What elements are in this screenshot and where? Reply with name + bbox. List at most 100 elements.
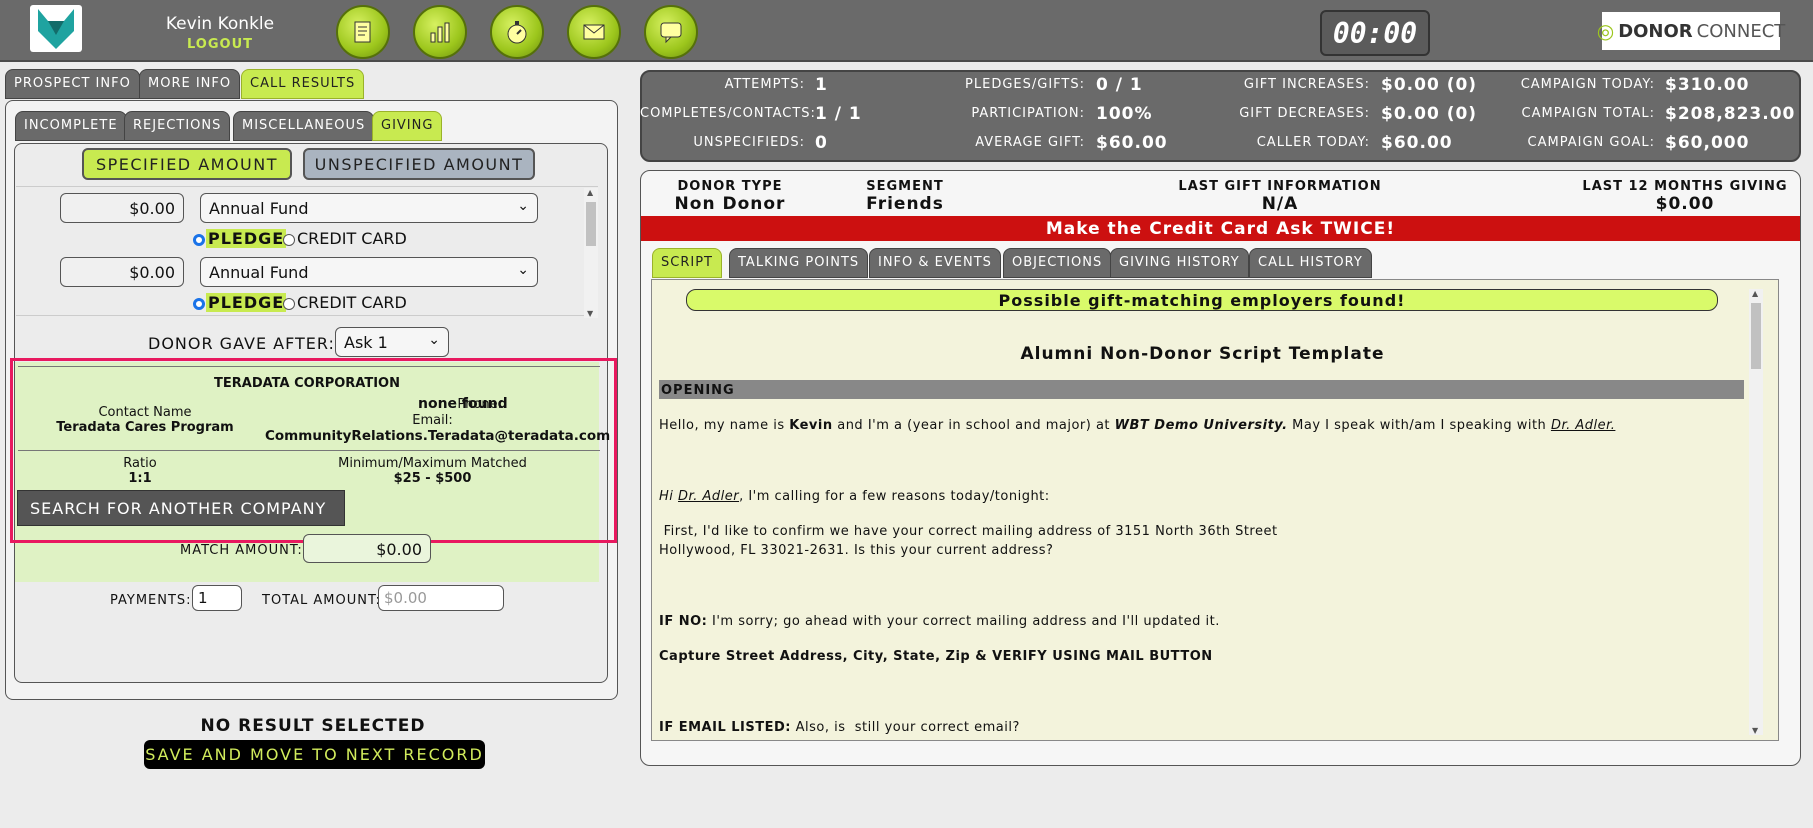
tab-call-history[interactable]: CALL HISTORY <box>1249 248 1372 278</box>
logout-link[interactable]: LOGOUT <box>140 37 300 52</box>
tab-script[interactable]: SCRIPT <box>652 248 722 278</box>
caller-today-value: $60.00 <box>1381 133 1453 153</box>
campaign-goal-value: $60,000 <box>1665 133 1750 153</box>
gift-list-scrollbar[interactable]: ▲ ▼ <box>584 188 598 318</box>
logo-text: CONNECT <box>1696 20 1786 42</box>
total-amount-label: TOTAL AMOUNT: <box>262 593 381 608</box>
donorconnect-logo: ◎ DONOR CONNECT <box>1597 12 1785 50</box>
match-amount-label: MATCH AMOUNT: <box>180 543 303 558</box>
attempts-value: 1 <box>815 75 828 95</box>
scroll-up-icon[interactable]: ▲ <box>1752 289 1758 298</box>
payments-input[interactable]: 1 <box>192 585 242 611</box>
caller-today-label: CALLER TODAY: <box>1256 135 1370 150</box>
ask-select[interactable]: Ask 1 ⌄ <box>335 327 449 357</box>
gift-matching-banner[interactable]: Possible gift-matching employers found! <box>686 289 1718 311</box>
script-paragraph: Hi Dr. Adler, I'm calling for a few reas… <box>659 489 1050 504</box>
last-gift-value: N/A <box>1261 194 1299 214</box>
script-scrollbar[interactable]: ▲ ▼ <box>1749 289 1763 735</box>
donor-gave-after-label: DONOR GAVE AFTER: <box>148 334 335 353</box>
tab-miscellaneous[interactable]: MISCELLANEOUS <box>233 111 375 141</box>
scroll-down-icon[interactable]: ▼ <box>1752 726 1758 735</box>
tab-giving-history[interactable]: GIVING HISTORY <box>1110 248 1249 278</box>
tab-rejections[interactable]: REJECTIONS <box>124 111 231 141</box>
gift-decreases-label: GIFT DECREASES: <box>1239 106 1370 121</box>
chevron-down-icon: ⌄ <box>428 332 440 348</box>
script-text: Hi <box>659 489 679 504</box>
campaign-goal-label: CAMPAIGN GOAL: <box>1527 135 1655 150</box>
credit-card-radio[interactable] <box>283 298 295 310</box>
credit-card-label: CREDIT CARD <box>297 293 407 312</box>
scroll-up-icon[interactable]: ▲ <box>587 188 593 197</box>
gift-increases-label: GIFT INCREASES: <box>1243 77 1370 92</box>
notes-icon[interactable] <box>336 5 390 59</box>
pledge-label: PLEDGE <box>206 229 287 248</box>
campaign-today-label: CAMPAIGN TODAY: <box>1520 77 1655 92</box>
headset-icon: ◎ <box>1596 19 1615 43</box>
credit-card-radio[interactable] <box>283 234 295 246</box>
campaign-total-value: $208,823.00 <box>1665 104 1796 124</box>
script-text: Also, is still your correct email? <box>791 720 1020 735</box>
no-result-status: NO RESULT SELECTED <box>200 716 426 736</box>
gift-amount-input[interactable]: $0.00 <box>60 193 184 223</box>
chart-icon[interactable] <box>413 5 467 59</box>
tab-info-events[interactable]: INFO & EVENTS <box>869 248 1001 278</box>
scroll-down-icon[interactable]: ▼ <box>587 309 593 318</box>
pledge-radio[interactable] <box>193 234 205 246</box>
match-amount-input[interactable]: $0.00 <box>303 534 431 563</box>
fund-select[interactable]: Annual Fund ⌄ <box>200 257 538 287</box>
scrollbar-thumb[interactable] <box>586 202 596 246</box>
unspecifieds-label: UNSPECIFIEDS: <box>693 135 805 150</box>
script-text: I'm sorry; go ahead with your correct ma… <box>707 614 1220 629</box>
script-paragraph: First, I'd like to confirm we have your … <box>659 524 1278 539</box>
last-12-months-value: $0.00 <box>1655 194 1715 214</box>
school-name: WBT Demo University. <box>1114 418 1288 433</box>
tab-more-info[interactable]: MORE INFO <box>139 69 241 99</box>
fund-select-value: Annual Fund <box>209 263 309 282</box>
gift-amount-input[interactable]: $0.00 <box>60 257 184 287</box>
highlight-frame <box>10 358 617 543</box>
script-text: , I'm calling for a few reasons today/to… <box>739 489 1050 504</box>
specified-amount-button[interactable]: SPECIFIED AMOUNT <box>82 148 292 180</box>
script-paragraph: IF EMAIL LISTED: Also, is still your cor… <box>659 720 1020 735</box>
chevron-down-icon: ⌄ <box>517 198 529 214</box>
scrollbar-thumb[interactable] <box>1751 303 1761 369</box>
fund-select-value: Annual Fund <box>209 199 309 218</box>
fox-logo-icon <box>30 5 82 52</box>
completes-label: COMPLETES/CONTACTS: <box>640 106 816 121</box>
pledge-radio[interactable] <box>193 298 205 310</box>
tab-prospect-info[interactable]: PROSPECT INFO <box>5 69 140 99</box>
opening-section-header: OPENING <box>659 380 1744 399</box>
script-text: May I speak with/am I speaking with <box>1287 418 1551 433</box>
segment-label: SEGMENT <box>866 179 944 194</box>
mail-icon[interactable] <box>567 5 621 59</box>
credit-card-label: CREDIT CARD <box>297 229 407 248</box>
pledge-label: PLEDGE <box>206 293 287 312</box>
save-next-button[interactable]: SAVE AND MOVE TO NEXT RECORD <box>144 740 485 769</box>
stopwatch-icon[interactable] <box>490 5 544 59</box>
tab-giving[interactable]: GIVING <box>372 111 443 141</box>
user-name: Kevin Konkle <box>165 14 275 34</box>
pledges-label: PLEDGES/GIFTS: <box>965 77 1085 92</box>
caller-name: Kevin <box>789 418 833 433</box>
fund-select[interactable]: Annual Fund ⌄ <box>200 193 538 223</box>
tab-incomplete[interactable]: INCOMPLETE <box>15 111 127 141</box>
total-amount-input[interactable]: $0.00 <box>378 585 504 611</box>
average-gift-label: AVERAGE GIFT: <box>975 135 1085 150</box>
script-text: IF EMAIL LISTED: <box>659 720 791 735</box>
tab-talking-points[interactable]: TALKING POINTS <box>729 248 869 278</box>
participation-label: PARTICIPATION: <box>971 106 1085 121</box>
script-paragraph: IF NO: I'm sorry; go ahead with your cor… <box>659 614 1220 629</box>
script-paragraph: Hollywood, FL 33021-2631. Is this your c… <box>659 543 1054 558</box>
chat-icon[interactable] <box>644 5 698 59</box>
tab-objections[interactable]: OBJECTIONS <box>1003 248 1112 278</box>
ask-select-value: Ask 1 <box>344 333 388 352</box>
donor-type-label: DONOR TYPE <box>677 179 783 194</box>
call-timer: 00:00 <box>1320 10 1430 56</box>
tab-call-results[interactable]: CALL RESULTS <box>241 69 365 99</box>
script-text: IF NO: <box>659 614 708 629</box>
average-gift-value: $60.00 <box>1096 133 1168 153</box>
pledges-value: 0 / 1 <box>1096 75 1143 95</box>
unspecified-amount-button[interactable]: UNSPECIFIED AMOUNT <box>303 148 535 180</box>
script-instruction: Capture Street Address, City, State, Zip… <box>659 649 1213 664</box>
prospect-name: Dr. Adler <box>678 489 740 504</box>
